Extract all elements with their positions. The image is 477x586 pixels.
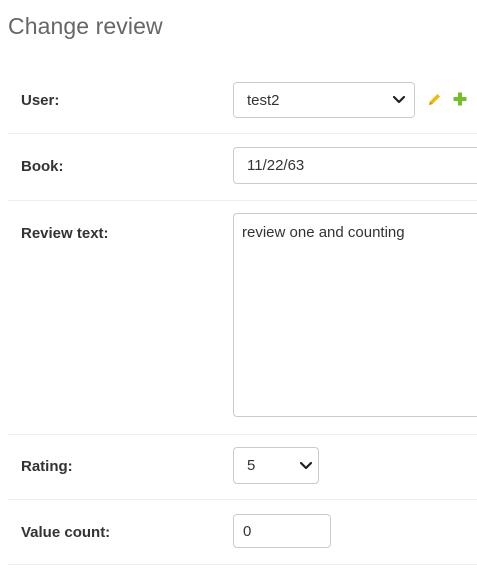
change-review-page: Change review User: test2 Book: 11/22/63… bbox=[0, 0, 477, 586]
page-title: Change review bbox=[8, 13, 163, 39]
rating-label: Rating: bbox=[21, 458, 73, 475]
user-select-value: test2 bbox=[247, 91, 280, 109]
value-count-label: Value count: bbox=[21, 524, 111, 541]
chevron-down-icon bbox=[299, 461, 313, 469]
chevron-down-icon bbox=[392, 95, 406, 104]
form-row-review-text: Review text: review one and counting bbox=[8, 201, 477, 435]
review-text-value: review one and counting bbox=[242, 224, 405, 241]
review-text-label: Review text: bbox=[21, 225, 109, 242]
form-row-user: User: test2 bbox=[8, 67, 477, 134]
form-row-book: Book: 11/22/63 bbox=[8, 134, 477, 201]
book-label: Book: bbox=[21, 158, 64, 175]
user-select[interactable]: test2 bbox=[233, 82, 415, 118]
plus-icon[interactable] bbox=[453, 92, 467, 106]
rating-select[interactable]: 5 bbox=[233, 447, 319, 484]
form-row-rating: Rating: 5 bbox=[8, 435, 477, 500]
book-field[interactable]: 11/22/63 bbox=[233, 147, 477, 184]
user-label: User: bbox=[21, 92, 60, 109]
pencil-icon[interactable] bbox=[427, 92, 442, 107]
value-count-value: 0 bbox=[243, 522, 252, 540]
form-row-value-count: Value count: 0 bbox=[8, 500, 477, 565]
value-count-field[interactable]: 0 bbox=[233, 514, 331, 548]
book-field-value: 11/22/63 bbox=[247, 157, 305, 174]
review-text-textarea[interactable]: review one and counting bbox=[233, 213, 477, 417]
